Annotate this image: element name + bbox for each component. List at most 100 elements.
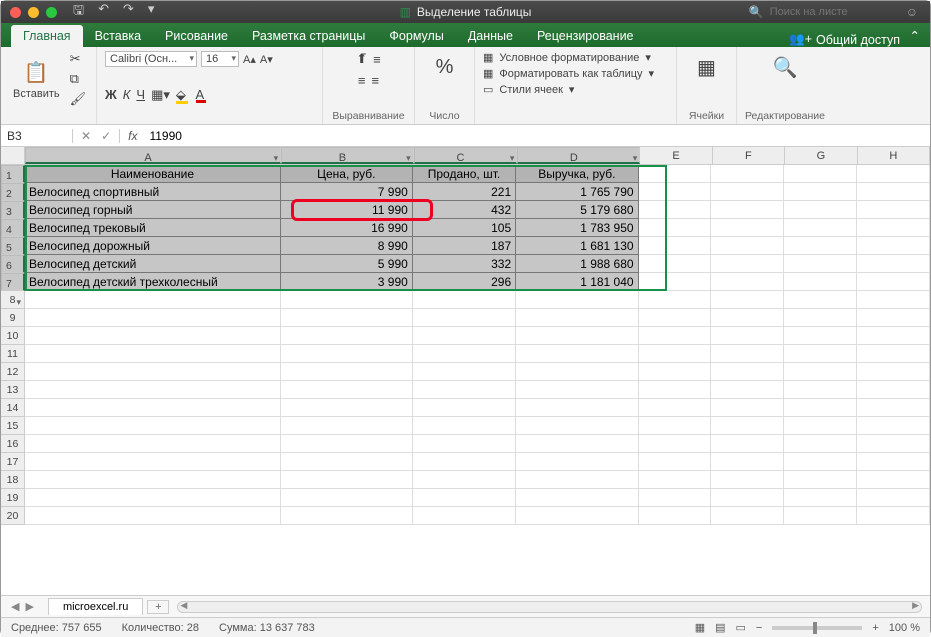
row-header-15[interactable]: 15 xyxy=(1,417,25,435)
cell-A12[interactable] xyxy=(25,363,281,381)
cell-E7[interactable] xyxy=(639,273,712,291)
cell-B14[interactable] xyxy=(281,399,413,417)
cell-H9[interactable] xyxy=(857,309,930,327)
cell-A19[interactable] xyxy=(25,489,281,507)
cell-B6[interactable]: 5 990 xyxy=(281,255,413,273)
row-header-20[interactable]: 20 xyxy=(1,507,25,525)
cell-D14[interactable] xyxy=(516,399,638,417)
cell-D4[interactable]: 1 783 950 xyxy=(516,219,638,237)
align-top-icon[interactable]: ⬆̄ xyxy=(356,51,367,67)
cell-A9[interactable] xyxy=(25,309,281,327)
cell-G11[interactable] xyxy=(784,345,857,363)
cell-F12[interactable] xyxy=(711,363,784,381)
cell-C1[interactable]: Продано, шт. xyxy=(413,165,516,183)
row-header-13[interactable]: 13 xyxy=(1,381,25,399)
cell-A16[interactable] xyxy=(25,435,281,453)
cell-B18[interactable] xyxy=(281,471,413,489)
cell-C20[interactable] xyxy=(413,507,516,525)
row-header-6[interactable]: 6 xyxy=(1,255,25,273)
cell-F6[interactable] xyxy=(711,255,784,273)
cell-F2[interactable] xyxy=(711,183,784,201)
cell-A7[interactable]: Велосипед детский трехколесный xyxy=(25,273,281,291)
cell-B9[interactable] xyxy=(281,309,413,327)
cell-E20[interactable] xyxy=(639,507,712,525)
cell-D15[interactable] xyxy=(516,417,638,435)
cell-B11[interactable] xyxy=(281,345,413,363)
share-button[interactable]: 👥+ Общий доступ xyxy=(789,32,900,47)
cell-D16[interactable] xyxy=(516,435,638,453)
cell-C8[interactable] xyxy=(413,291,516,309)
cell-F14[interactable] xyxy=(711,399,784,417)
cell-G7[interactable] xyxy=(784,273,857,291)
sheet-nav-next-icon[interactable]: ▶ xyxy=(25,600,33,613)
cell-H1[interactable] xyxy=(857,165,930,183)
cell-G20[interactable] xyxy=(784,507,857,525)
window-close[interactable] xyxy=(10,7,21,18)
cell-B12[interactable] xyxy=(281,363,413,381)
cell-D1[interactable]: Выручка, руб. xyxy=(516,165,638,183)
save-icon[interactable]: 🖫 xyxy=(73,1,84,23)
cell-E10[interactable] xyxy=(639,327,712,345)
align-left-icon[interactable]: ≡ xyxy=(358,73,366,88)
view-layout-icon[interactable]: ▤ xyxy=(715,621,725,634)
cell-B10[interactable] xyxy=(281,327,413,345)
cell-E18[interactable] xyxy=(639,471,712,489)
cell-A2[interactable]: Велосипед спортивный xyxy=(25,183,281,201)
spreadsheet-grid[interactable]: ABCDEFGH 1234567891011121314151617181920… xyxy=(1,147,930,595)
cell-D20[interactable] xyxy=(516,507,638,525)
cell-D9[interactable] xyxy=(516,309,638,327)
cell-C7[interactable]: 296 xyxy=(413,273,516,291)
search-input[interactable] xyxy=(770,6,890,18)
cell-F18[interactable] xyxy=(711,471,784,489)
editing-button[interactable]: 🔍 xyxy=(745,51,825,83)
cell-E16[interactable] xyxy=(639,435,712,453)
cell-F5[interactable] xyxy=(711,237,784,255)
cell-G19[interactable] xyxy=(784,489,857,507)
cell-H10[interactable] xyxy=(857,327,930,345)
cell-E11[interactable] xyxy=(639,345,712,363)
cell-C2[interactable]: 221 xyxy=(413,183,516,201)
zoom-in-icon[interactable]: + xyxy=(872,622,878,634)
cell-H16[interactable] xyxy=(857,435,930,453)
cell-F20[interactable] xyxy=(711,507,784,525)
cell-E3[interactable] xyxy=(639,201,712,219)
tab-layout[interactable]: Разметка страницы xyxy=(240,25,377,47)
cell-H13[interactable] xyxy=(857,381,930,399)
col-header-C[interactable]: C xyxy=(414,147,518,164)
underline-button[interactable]: Ч xyxy=(136,87,145,102)
tab-formulas[interactable]: Формулы xyxy=(377,25,455,47)
cell-D2[interactable]: 1 765 790 xyxy=(516,183,638,201)
cell-H18[interactable] xyxy=(857,471,930,489)
font-size-select[interactable]: 16 xyxy=(201,51,239,67)
sheet-nav-prev-icon[interactable]: ◀ xyxy=(11,600,19,613)
cell-D17[interactable] xyxy=(516,453,638,471)
cell-D11[interactable] xyxy=(516,345,638,363)
col-header-B[interactable]: B xyxy=(281,147,413,164)
row-header-8[interactable]: 8 xyxy=(1,291,25,309)
cell-G17[interactable] xyxy=(784,453,857,471)
cell-C13[interactable] xyxy=(413,381,516,399)
user-account-icon[interactable]: ☺ xyxy=(906,5,918,19)
cell-F9[interactable] xyxy=(711,309,784,327)
cell-A5[interactable]: Велосипед дорожный xyxy=(25,237,281,255)
cell-G12[interactable] xyxy=(784,363,857,381)
cell-F4[interactable] xyxy=(711,219,784,237)
row-header-11[interactable]: 11 xyxy=(1,345,25,363)
window-minimize[interactable] xyxy=(28,7,39,18)
row-header-1[interactable]: 1 xyxy=(1,165,25,183)
row-header-5[interactable]: 5 xyxy=(1,237,25,255)
cell-F10[interactable] xyxy=(711,327,784,345)
cell-C10[interactable] xyxy=(413,327,516,345)
cell-G6[interactable] xyxy=(784,255,857,273)
cell-B5[interactable]: 8 990 xyxy=(281,237,413,255)
cell-D12[interactable] xyxy=(516,363,638,381)
add-sheet-button[interactable]: + xyxy=(147,600,169,614)
cell-B17[interactable] xyxy=(281,453,413,471)
cell-A15[interactable] xyxy=(25,417,281,435)
row-header-7[interactable]: 7 xyxy=(1,273,25,291)
cell-D7[interactable]: 1 181 040 xyxy=(516,273,638,291)
view-normal-icon[interactable]: ▦ xyxy=(695,621,705,634)
view-pagebreak-icon[interactable]: ▭ xyxy=(736,621,746,634)
cell-B2[interactable]: 7 990 xyxy=(281,183,413,201)
enter-formula-icon[interactable]: ✓ xyxy=(101,129,111,143)
